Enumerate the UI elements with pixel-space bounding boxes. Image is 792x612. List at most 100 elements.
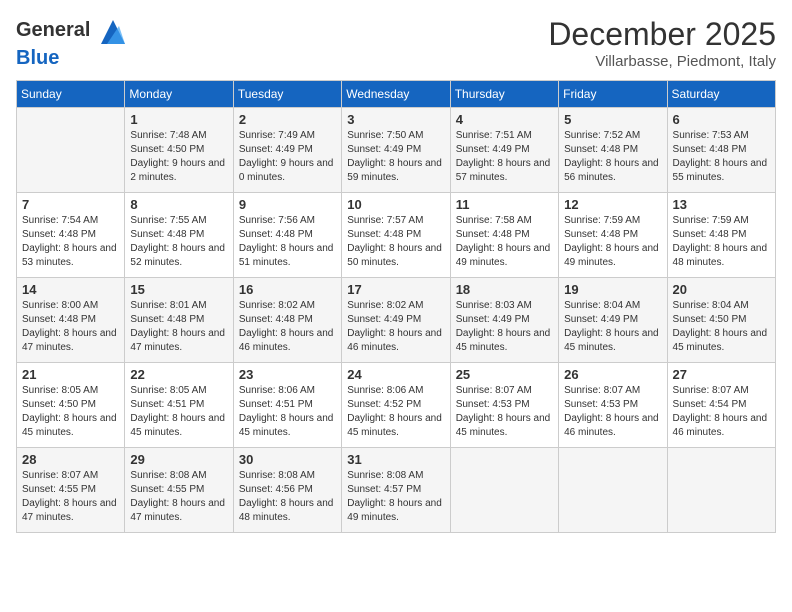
calendar-cell: 19Sunrise: 8:04 AMSunset: 4:49 PMDayligh… (559, 278, 667, 363)
calendar-cell: 22 Sunrise: 8:05 AMSunset: 4:51 PMDayligh… (125, 363, 233, 448)
calendar-cell: 1 Sunrise: 7:48 AMSunset: 4:50 PMDaylight… (125, 108, 233, 193)
day-number: 18 (456, 282, 553, 297)
day-number: 6 (673, 112, 770, 127)
day-number: 2 (239, 112, 336, 127)
col-header-friday: Friday (559, 81, 667, 108)
day-number: 1 (130, 112, 227, 127)
calendar-cell: 12 Sunrise: 7:59 AMSunset: 4:48 PMDayligh… (559, 193, 667, 278)
day-number: 31 (347, 452, 444, 467)
day-info: Sunrise: 8:03 AMSunset: 4:49 PMDaylight:… (456, 299, 553, 355)
day-number: 17 (347, 282, 444, 297)
day-info: Sunrise: 8:04 AMSunset: 4:49 PMDaylight:… (564, 299, 661, 355)
col-header-wednesday: Wednesday (342, 81, 450, 108)
day-info: Sunrise: 8:08 AMSunset: 4:55 PMDaylight:… (130, 469, 227, 525)
col-header-monday: Monday (125, 81, 233, 108)
day-number: 20 (673, 282, 770, 297)
calendar-cell: 23 Sunrise: 8:06 AMSunset: 4:51 PMDayligh… (233, 363, 341, 448)
day-info: Sunrise: 8:05 AMSunset: 4:50 PMDaylight:… (22, 384, 119, 440)
calendar-cell: 24Sunrise: 8:06 AMSunset: 4:52 PMDayligh… (342, 363, 450, 448)
day-number: 21 (22, 367, 119, 382)
day-number: 9 (239, 197, 336, 212)
day-info: Sunrise: 8:02 AMSunset: 4:49 PMDaylight:… (347, 299, 444, 355)
day-info: Sunrise: 8:05 AMSunset: 4:51 PMDaylight:… (130, 384, 227, 440)
day-number: 10 (347, 197, 444, 212)
day-info: Sunrise: 8:07 AMSunset: 4:54 PMDaylight:… (673, 384, 770, 440)
day-info: Sunrise: 7:55 AMSunset: 4:48 PMDaylight:… (130, 214, 227, 270)
day-info: Sunrise: 7:58 AMSunset: 4:48 PMDaylight:… (456, 214, 553, 270)
day-number: 22 (130, 367, 227, 382)
logo-blue: Blue (16, 47, 59, 69)
day-number: 3 (347, 112, 444, 127)
calendar-cell: 28 Sunrise: 8:07 AMSunset: 4:55 PMDayligh… (17, 448, 125, 533)
day-number: 13 (673, 197, 770, 212)
day-number: 16 (239, 282, 336, 297)
calendar-cell: 30Sunrise: 8:08 AMSunset: 4:56 PMDayligh… (233, 448, 341, 533)
calendar-cell (667, 448, 775, 533)
day-number: 14 (22, 282, 119, 297)
day-number: 27 (673, 367, 770, 382)
day-info: Sunrise: 7:52 AMSunset: 4:48 PMDaylight:… (564, 129, 661, 185)
calendar-cell: 3 Sunrise: 7:50 AMSunset: 4:49 PMDaylight… (342, 108, 450, 193)
calendar-cell: 20Sunrise: 8:04 AMSunset: 4:50 PMDayligh… (667, 278, 775, 363)
title-area: December 2025 Villarbasse, Piedmont, Ita… (548, 16, 776, 70)
day-info: Sunrise: 8:00 AMSunset: 4:48 PMDaylight:… (22, 299, 119, 355)
week-row-4: 21 Sunrise: 8:05 AMSunset: 4:50 PMDayligh… (17, 363, 776, 448)
day-number: 25 (456, 367, 553, 382)
day-number: 8 (130, 197, 227, 212)
day-number: 30 (239, 452, 336, 467)
day-info: Sunrise: 8:01 AMSunset: 4:48 PMDaylight:… (130, 299, 227, 355)
calendar-cell: 6Sunrise: 7:53 AMSunset: 4:48 PMDaylight… (667, 108, 775, 193)
calendar-cell: 4 Sunrise: 7:51 AMSunset: 4:49 PMDaylight… (450, 108, 558, 193)
logo: General Blue (16, 16, 129, 69)
week-row-2: 7Sunrise: 7:54 AMSunset: 4:48 PMDaylight… (17, 193, 776, 278)
day-number: 4 (456, 112, 553, 127)
day-info: Sunrise: 8:07 AMSunset: 4:53 PMDaylight:… (564, 384, 661, 440)
calendar-cell: 27 Sunrise: 8:07 AMSunset: 4:54 PMDayligh… (667, 363, 775, 448)
day-info: Sunrise: 7:49 AMSunset: 4:49 PMDaylight:… (239, 129, 336, 185)
day-info: Sunrise: 7:51 AMSunset: 4:49 PMDaylight:… (456, 129, 553, 185)
week-row-3: 14 Sunrise: 8:00 AMSunset: 4:48 PMDayligh… (17, 278, 776, 363)
day-number: 28 (22, 452, 119, 467)
calendar-cell: 17 Sunrise: 8:02 AMSunset: 4:49 PMDayligh… (342, 278, 450, 363)
calendar-cell: 13 Sunrise: 7:59 AMSunset: 4:48 PMDayligh… (667, 193, 775, 278)
day-number: 23 (239, 367, 336, 382)
calendar-cell: 2 Sunrise: 7:49 AMSunset: 4:49 PMDaylight… (233, 108, 341, 193)
header: General Blue December 2025 Villarbasse, … (16, 16, 776, 70)
day-info: Sunrise: 7:48 AMSunset: 4:50 PMDaylight:… (130, 129, 227, 185)
calendar-cell: 9Sunrise: 7:56 AMSunset: 4:48 PMDaylight… (233, 193, 341, 278)
day-number: 15 (130, 282, 227, 297)
col-header-sunday: Sunday (17, 81, 125, 108)
month-title: December 2025 (548, 16, 776, 53)
day-number: 12 (564, 197, 661, 212)
logo-text: General (16, 16, 129, 48)
day-info: Sunrise: 8:07 AMSunset: 4:53 PMDaylight:… (456, 384, 553, 440)
calendar-table: SundayMondayTuesdayWednesdayThursdayFrid… (16, 80, 776, 533)
calendar-cell: 16 Sunrise: 8:02 AMSunset: 4:48 PMDayligh… (233, 278, 341, 363)
day-info: Sunrise: 8:06 AMSunset: 4:52 PMDaylight:… (347, 384, 444, 440)
logo-icon (97, 16, 129, 48)
day-info: Sunrise: 8:02 AMSunset: 4:48 PMDaylight:… (239, 299, 336, 355)
calendar-cell: 8 Sunrise: 7:55 AMSunset: 4:48 PMDaylight… (125, 193, 233, 278)
day-info: Sunrise: 7:50 AMSunset: 4:49 PMDaylight:… (347, 129, 444, 185)
day-info: Sunrise: 8:06 AMSunset: 4:51 PMDaylight:… (239, 384, 336, 440)
day-info: Sunrise: 7:59 AMSunset: 4:48 PMDaylight:… (673, 214, 770, 270)
calendar-cell (17, 108, 125, 193)
day-number: 7 (22, 197, 119, 212)
calendar-cell: 7Sunrise: 7:54 AMSunset: 4:48 PMDaylight… (17, 193, 125, 278)
calendar-cell: 21 Sunrise: 8:05 AMSunset: 4:50 PMDayligh… (17, 363, 125, 448)
col-header-tuesday: Tuesday (233, 81, 341, 108)
logo-general: General (16, 19, 90, 41)
day-info: Sunrise: 7:59 AMSunset: 4:48 PMDaylight:… (564, 214, 661, 270)
day-number: 29 (130, 452, 227, 467)
day-info: Sunrise: 8:07 AMSunset: 4:55 PMDaylight:… (22, 469, 119, 525)
calendar-cell: 29 Sunrise: 8:08 AMSunset: 4:55 PMDayligh… (125, 448, 233, 533)
week-row-5: 28 Sunrise: 8:07 AMSunset: 4:55 PMDayligh… (17, 448, 776, 533)
calendar-cell: 26Sunrise: 8:07 AMSunset: 4:53 PMDayligh… (559, 363, 667, 448)
calendar-cell: 14 Sunrise: 8:00 AMSunset: 4:48 PMDayligh… (17, 278, 125, 363)
day-number: 11 (456, 197, 553, 212)
location-title: Villarbasse, Piedmont, Italy (548, 53, 776, 70)
day-number: 5 (564, 112, 661, 127)
day-info: Sunrise: 8:08 AMSunset: 4:57 PMDaylight:… (347, 469, 444, 525)
header-row: SundayMondayTuesdayWednesdayThursdayFrid… (17, 81, 776, 108)
calendar-cell: 10Sunrise: 7:57 AMSunset: 4:48 PMDayligh… (342, 193, 450, 278)
